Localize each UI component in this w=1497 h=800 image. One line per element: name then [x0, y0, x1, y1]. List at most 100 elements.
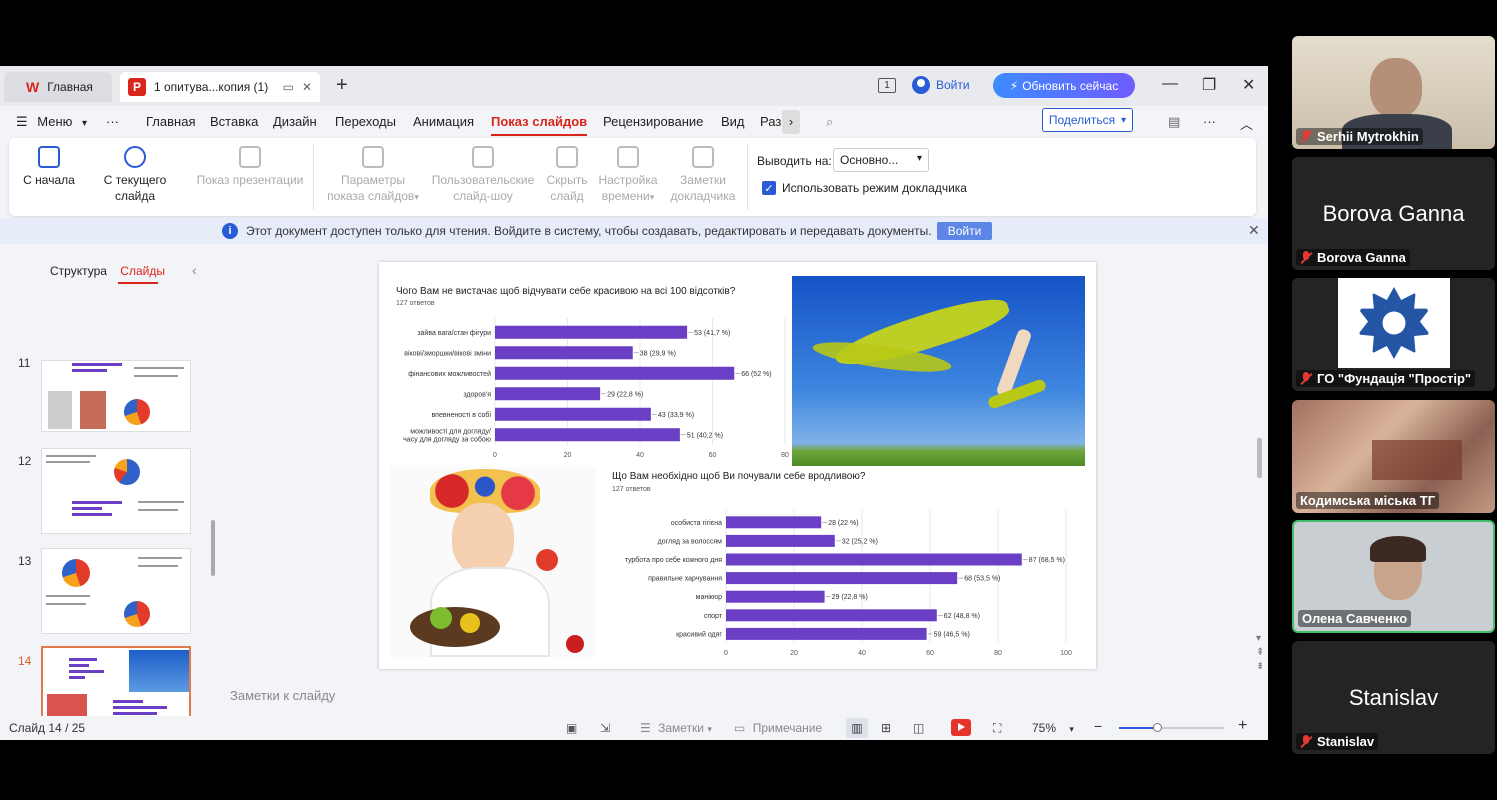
- tab-slides[interactable]: Слайды: [120, 264, 165, 278]
- thumb-pie: [62, 559, 90, 587]
- slide-notes-placeholder[interactable]: Заметки к слайду: [230, 688, 335, 703]
- login-button[interactable]: Войти: [912, 76, 970, 94]
- participant-name: ГО "Фундація "Простір": [1317, 371, 1472, 386]
- menu-view[interactable]: Вид: [721, 114, 745, 129]
- participant-tile[interactable]: Stanislav Stanislav: [1292, 641, 1495, 754]
- from-current-button[interactable]: С текущего слайда: [83, 146, 187, 204]
- export-icon[interactable]: ⇲: [600, 721, 610, 735]
- reading-view-icon[interactable]: ◫: [913, 721, 924, 735]
- share-button[interactable]: Поделиться ▾: [1042, 108, 1133, 132]
- menu-slideshow[interactable]: Показ слайдов: [491, 114, 587, 129]
- menu-transitions[interactable]: Переходы: [335, 114, 396, 129]
- collapse-panel-icon[interactable]: ‹: [192, 262, 197, 278]
- thumbnail-scrollbar[interactable]: [211, 520, 215, 576]
- more-options-icon[interactable]: ···: [1203, 114, 1216, 129]
- output-display-value: Основно...: [840, 153, 899, 167]
- thumb-bar: [113, 706, 167, 709]
- thumb-pie: [124, 399, 150, 425]
- play-slideshow-icon[interactable]: [951, 719, 971, 736]
- show-presentation-button[interactable]: Показ презентации: [195, 146, 305, 188]
- participant-tile[interactable]: ГО "Фундація "Простір": [1292, 278, 1495, 391]
- fit-window-icon[interactable]: ⛶: [993, 721, 1001, 736]
- slide-scrollbar[interactable]: [1257, 438, 1262, 478]
- presenter-mode-checkbox[interactable]: ✓ Использовать режим докладчика: [762, 181, 967, 195]
- participant-tile[interactable]: Serhii Mytrokhin: [1292, 36, 1495, 149]
- participant-name-tag: ГО "Фундація "Простір": [1296, 370, 1476, 387]
- slide-sorter-icon[interactable]: ⊞: [881, 721, 891, 735]
- participant-tile[interactable]: Borova Ganna Borova Ganna: [1292, 157, 1495, 270]
- slide-thumbnail-12[interactable]: [41, 448, 191, 534]
- notes-toggle-icon: ☰: [640, 721, 651, 735]
- menu-dev[interactable]: Раз: [760, 114, 781, 129]
- info-login-button[interactable]: Войти: [937, 222, 992, 240]
- presentation-icon: [239, 146, 261, 168]
- hide-slide-button[interactable]: Скрыть слайд: [543, 146, 591, 204]
- comment-icon: ▭: [734, 721, 746, 735]
- notes-toggle[interactable]: ☰ Заметки ▾: [640, 721, 712, 735]
- timing-label: Настройка: [598, 173, 658, 187]
- participant-tile-active-speaker[interactable]: Олена Савченко: [1292, 520, 1495, 633]
- menu-scroll-right-icon[interactable]: ›: [782, 110, 800, 134]
- fit-slide-icon[interactable]: ▣: [566, 721, 577, 735]
- output-display-select[interactable]: Основно... ▾: [833, 148, 929, 172]
- new-tab-plus-icon[interactable]: +: [336, 74, 348, 97]
- zoom-level[interactable]: 75% ▾: [1032, 721, 1074, 735]
- zoom-slider[interactable]: [1119, 723, 1224, 732]
- more-icon[interactable]: ···: [106, 114, 119, 129]
- thumb-text: [46, 603, 86, 605]
- tab-document[interactable]: P 1 опитува...копия (1) ▭ ✕: [120, 72, 320, 102]
- close-tab-icon[interactable]: ✕: [302, 80, 312, 94]
- hide-slide-label-2: слайд: [550, 189, 584, 203]
- custom-slideshow-button[interactable]: Пользовательские слайд-шоу: [431, 146, 535, 204]
- ribbon-separator: [313, 144, 314, 210]
- search-icon[interactable]: ⌕: [826, 114, 833, 130]
- slide-number: 11: [18, 356, 31, 370]
- tab-structure[interactable]: Структура: [50, 264, 107, 278]
- menu-home[interactable]: Главная: [146, 114, 195, 129]
- participant-name-tag: Serhii Mytrokhin: [1296, 128, 1423, 145]
- update-now-button[interactable]: ⚡ Обновить сейчас: [993, 73, 1135, 98]
- thumb-photo: [48, 391, 72, 429]
- comment-toggle[interactable]: ▭ Примечание: [734, 721, 822, 735]
- menu-insert[interactable]: Вставка: [210, 114, 258, 129]
- close-icon[interactable]: ✕: [1248, 222, 1260, 239]
- normal-view-icon[interactable]: ▥: [846, 718, 868, 738]
- chart-bar: [726, 590, 825, 603]
- monitor-icon[interactable]: ▭: [283, 80, 294, 94]
- slideshow-params-button[interactable]: Параметры показа слайдов▾: [323, 146, 423, 205]
- notes-toggle-label: Заметки: [658, 721, 705, 735]
- restore-icon[interactable]: ❐: [1202, 75, 1216, 95]
- window-count-icon[interactable]: 1: [878, 78, 896, 93]
- chart-category-label: часу для догляду за собою: [403, 435, 491, 443]
- collapse-ribbon-icon[interactable]: ︿: [1240, 114, 1253, 133]
- zoom-slider-handle[interactable]: [1152, 723, 1162, 732]
- zoom-in-icon[interactable]: +: [1238, 717, 1247, 735]
- menu-animation[interactable]: Анимация: [413, 114, 474, 129]
- thumb-bar: [69, 676, 85, 679]
- participant-tile[interactable]: Кодимська міська ТГ: [1292, 400, 1495, 513]
- comments-icon[interactable]: ▤: [1168, 114, 1180, 130]
- custom-slideshow-label: Пользовательские: [431, 173, 535, 187]
- speaker-notes-button[interactable]: Заметки докладчика: [667, 146, 739, 204]
- slide-thumbnail-13[interactable]: [41, 548, 191, 634]
- chart-data-label: 62 (48,8 %): [944, 613, 980, 620]
- menu-review[interactable]: Рецензирование: [603, 114, 703, 129]
- chart-category-label: особиста гігієна: [671, 519, 722, 527]
- menu-design[interactable]: Дизайн: [273, 114, 317, 129]
- chart-bar: [726, 609, 937, 622]
- close-window-icon[interactable]: ✕: [1242, 75, 1255, 95]
- hamburger-menu[interactable]: ☰ Меню ▾: [16, 114, 87, 130]
- slide-thumbnail-11[interactable]: [41, 360, 191, 432]
- zoom-out-icon[interactable]: −: [1094, 718, 1102, 734]
- current-slide[interactable]: Чого Вам не вистачає щоб відчувати себе …: [379, 262, 1096, 669]
- from-start-button[interactable]: С начала: [23, 146, 75, 188]
- chart-category-label: можливості для догляду/: [410, 427, 491, 435]
- scroll-arrows-icon[interactable]: ▾ ⇞ ⇟: [1256, 632, 1264, 674]
- login-label: Войти: [936, 78, 970, 92]
- chart-tick-label: 80: [781, 452, 789, 459]
- minimize-icon[interactable]: —: [1162, 75, 1178, 93]
- tab-home[interactable]: W Главная: [4, 72, 112, 102]
- info-text: Этот документ доступен только для чтения…: [246, 224, 932, 238]
- timing-button[interactable]: Настройка времени▾: [597, 146, 659, 205]
- thumb-bar: [69, 658, 97, 661]
